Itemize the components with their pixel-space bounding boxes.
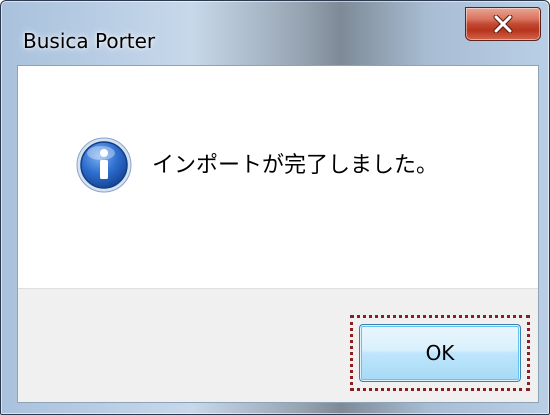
title-bar[interactable]: Busica Porter	[1, 1, 549, 65]
close-button[interactable]	[465, 7, 541, 41]
information-icon	[76, 137, 132, 193]
ok-button[interactable]: OK	[359, 324, 521, 382]
window-title: Busica Porter	[23, 29, 156, 53]
message-area: インポートが完了しました。	[18, 66, 538, 288]
message-text: インポートが完了しました。	[152, 153, 439, 178]
dialog-client-area: インポートが完了しました。 OK	[17, 65, 539, 403]
button-bar: OK	[18, 288, 538, 402]
dialog-window: Busica Porter インポートが完了しました。 OK	[0, 0, 550, 415]
close-x-icon	[493, 15, 513, 33]
